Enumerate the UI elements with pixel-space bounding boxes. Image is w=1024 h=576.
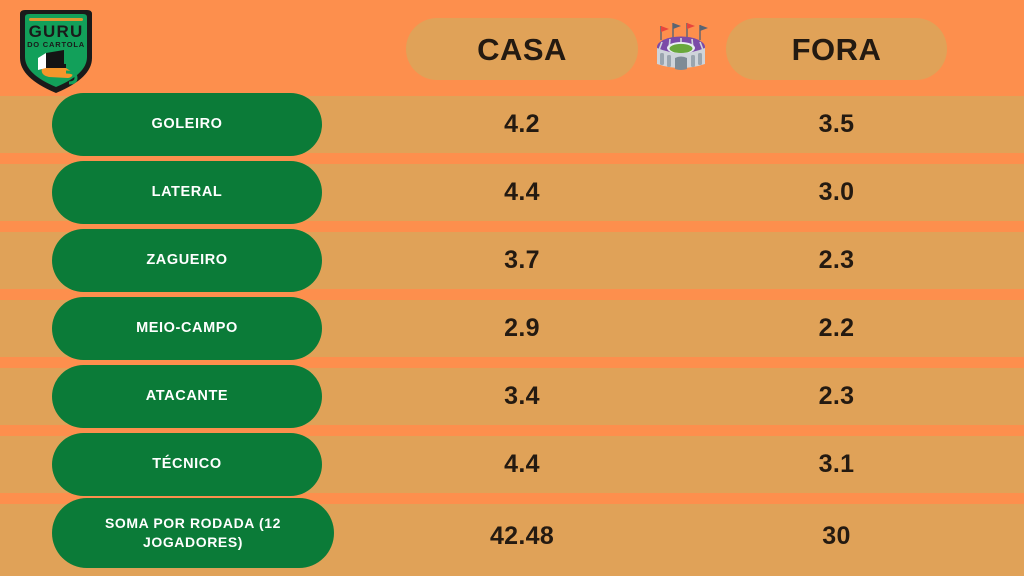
cell-casa: 4.4 [504, 178, 540, 206]
row-position-label: ATACANTE [145, 387, 229, 404]
table-row: ATACANTE 3.4 2.3 [0, 365, 1024, 428]
table-header: CASA FORA [0, 0, 1024, 96]
row-position-label: ZAGUEIRO [146, 251, 228, 268]
row-label-pill: MEIO-CAMPO [52, 297, 322, 360]
column-header-casa-label: CASA [477, 31, 567, 67]
cell-casa: 3.4 [504, 382, 540, 410]
table-row: ZAGUEIRO 3.7 2.3 [0, 229, 1024, 292]
cell-fora: 2.3 [818, 246, 855, 274]
cell-casa: 4.4 [504, 450, 540, 478]
row-position-label: TÉCNICO [152, 455, 222, 472]
cell-fora: 3.1 [818, 450, 855, 478]
infographic-canvas: GURU DO CARTOLA CASA FORA GOLEIRO 4.2 3.… [0, 0, 1024, 576]
cell-casa: 3.7 [504, 246, 540, 274]
table-body: GOLEIRO 4.2 3.5 LATERAL 4.4 3.0 ZAGUEIRO… [0, 93, 1024, 576]
table-row: TÉCNICO 4.4 3.1 [0, 433, 1024, 496]
column-header-casa: CASA [406, 18, 638, 80]
row-label-pill: TÉCNICO [52, 433, 322, 496]
table-row-total: SOMA POR RODADA (12 JOGADORES) 42.48 30 [0, 498, 1024, 576]
cell-fora: 2.3 [818, 382, 855, 410]
cell-fora: 3.5 [818, 110, 855, 138]
cell-casa-total: 42.48 [489, 521, 555, 550]
row-label-pill-total: SOMA POR RODADA (12 JOGADORES) [52, 498, 334, 568]
row-label-pill: ZAGUEIRO [52, 229, 322, 292]
stadium-icon [657, 23, 708, 70]
column-header-fora: FORA [726, 18, 947, 80]
cell-casa: 2.9 [504, 314, 540, 342]
row-label-pill: ATACANTE [52, 365, 322, 428]
row-position-label: SOMA POR RODADA (12 JOGADORES) [104, 515, 282, 550]
row-label-pill: GOLEIRO [52, 93, 322, 156]
cell-fora-total: 30 [822, 521, 851, 550]
table-row: MEIO-CAMPO 2.9 2.2 [0, 297, 1024, 360]
row-position-label: GOLEIRO [151, 115, 223, 132]
column-header-fora-label: FORA [791, 31, 882, 67]
table-row: LATERAL 4.4 3.0 [0, 161, 1024, 224]
row-position-label: MEIO-CAMPO [136, 319, 238, 336]
table-row: GOLEIRO 4.2 3.5 [0, 93, 1024, 156]
row-position-label: LATERAL [151, 183, 223, 200]
row-label-pill: LATERAL [52, 161, 322, 224]
cell-fora: 3.0 [818, 178, 855, 206]
cell-fora: 2.2 [818, 314, 855, 342]
cell-casa: 4.2 [504, 110, 540, 138]
